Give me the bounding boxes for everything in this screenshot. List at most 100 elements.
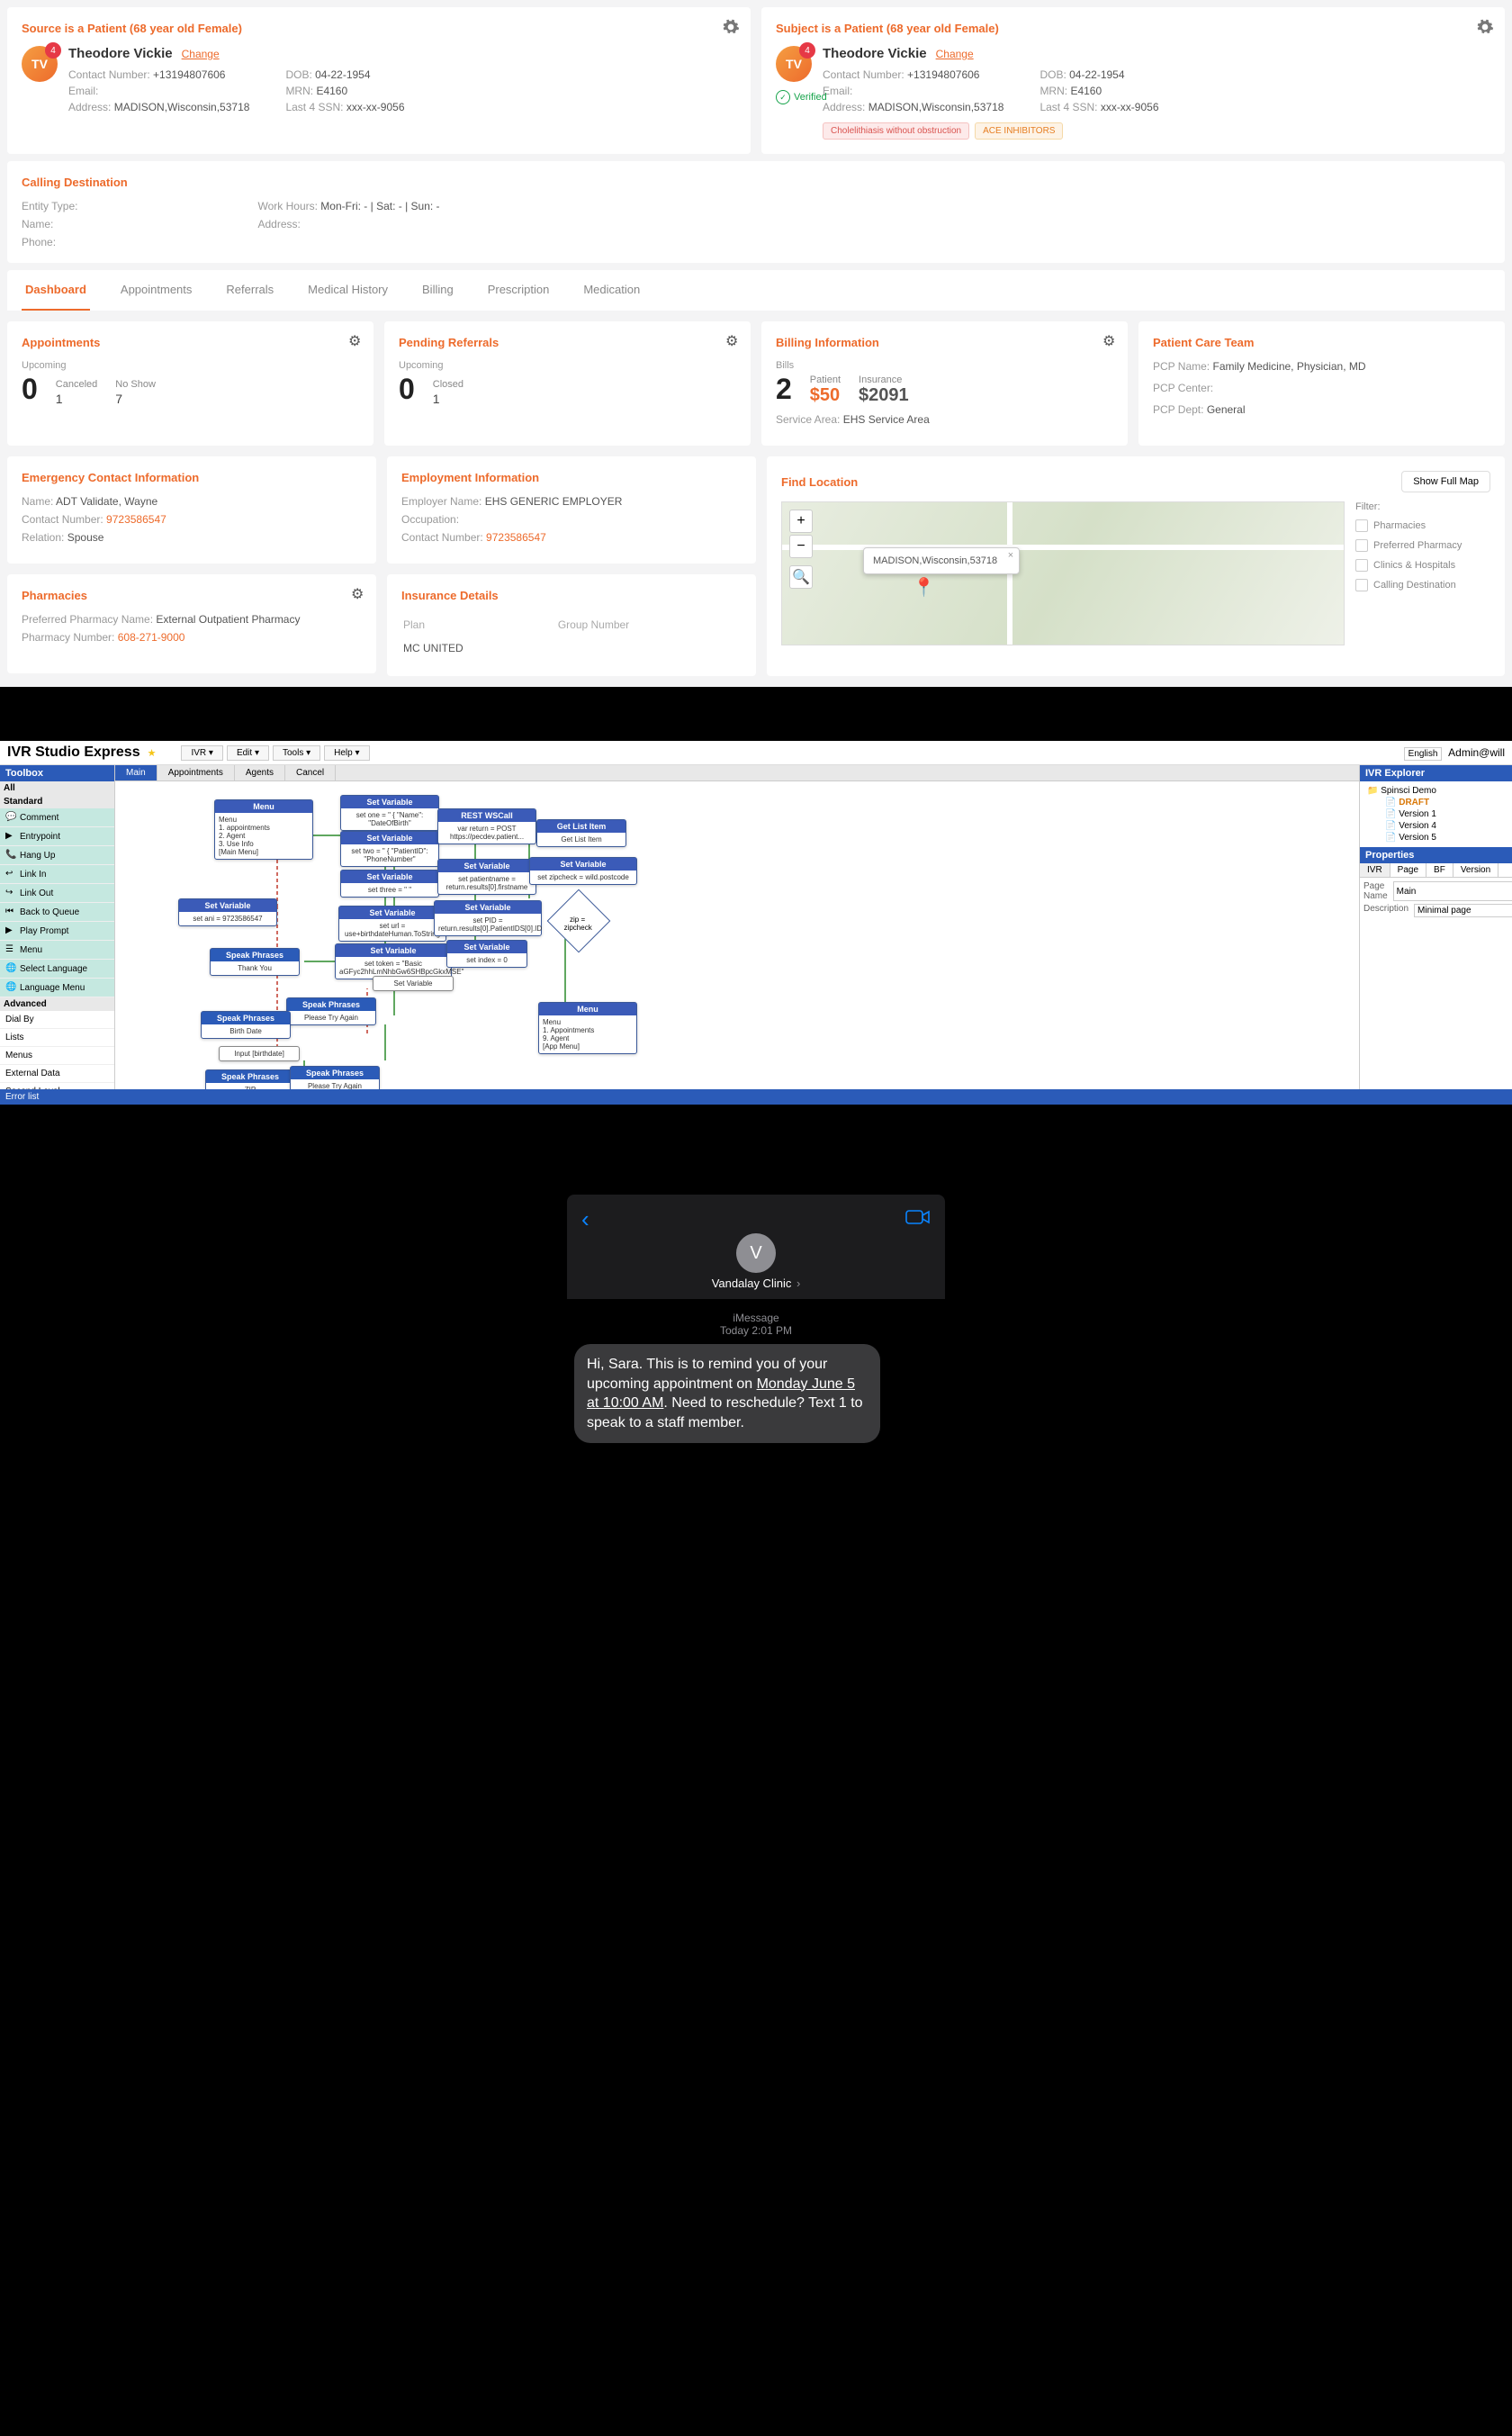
toolbox-item[interactable]: External Data xyxy=(0,1065,114,1083)
filter-checkbox[interactable] xyxy=(1355,579,1368,591)
flow-node-rest[interactable]: REST WSCallvar return = POST https://pec… xyxy=(437,808,536,844)
search-icon[interactable]: 🔍 xyxy=(789,565,813,589)
prop-tab-bf[interactable]: BF xyxy=(1426,863,1454,877)
contact-value[interactable]: +13194807606 xyxy=(153,68,225,81)
toolbox-item[interactable]: ▶Play Prompt xyxy=(0,922,114,941)
tab-agents[interactable]: Agents xyxy=(235,765,285,780)
tab-main[interactable]: Main xyxy=(115,765,158,780)
map-marker-icon[interactable]: 📍 xyxy=(913,576,935,599)
menu-ivr[interactable]: IVR ▾ xyxy=(181,745,222,761)
menu-help[interactable]: Help ▾ xyxy=(324,745,369,761)
change-link[interactable]: Change xyxy=(182,48,220,60)
tab-prescription[interactable]: Prescription xyxy=(484,270,554,311)
tab-medical-history[interactable]: Medical History xyxy=(304,270,392,311)
desc-input[interactable] xyxy=(1414,904,1512,917)
avatar[interactable]: TV 4 xyxy=(22,46,58,82)
change-link[interactable]: Change xyxy=(936,48,974,60)
show-full-map-button[interactable]: Show Full Map xyxy=(1401,471,1490,492)
flow-node-speak[interactable]: Speak PhrasesZIP xyxy=(205,1069,295,1089)
tab-cancel[interactable]: Cancel xyxy=(285,765,336,780)
contact-value[interactable]: 9723586547 xyxy=(106,513,166,526)
filter-checkbox[interactable] xyxy=(1355,519,1368,532)
toolbox-item[interactable]: 🌐Select Language xyxy=(0,960,114,979)
page-name-input[interactable] xyxy=(1393,881,1512,901)
contact-value[interactable]: 9723586547 xyxy=(486,531,546,544)
gear-icon[interactable] xyxy=(722,18,740,36)
map-canvas[interactable]: + − 🔍 × MADISON,Wisconsin,53718 📍 xyxy=(781,501,1345,645)
contact-value[interactable]: +13194807606 xyxy=(907,68,979,81)
cat-all[interactable]: All xyxy=(0,781,114,795)
flow-node-setvar[interactable]: Set Variableset url = use+birthdateHuman… xyxy=(338,906,446,942)
menu-tools[interactable]: Tools ▾ xyxy=(273,745,320,761)
diagnosis-tag[interactable]: Cholelithiasis without obstruction xyxy=(823,122,969,140)
error-list-bar[interactable]: Error list xyxy=(0,1089,1512,1105)
gear-icon[interactable]: ⚙ xyxy=(725,332,740,347)
gear-icon[interactable] xyxy=(1476,18,1494,36)
num-value[interactable]: 608-271-9000 xyxy=(118,631,185,644)
flow-node-setvar[interactable]: Set Variableset ani = 9723586547 xyxy=(178,898,277,926)
menu-edit[interactable]: Edit ▾ xyxy=(227,745,269,761)
prop-tab-version[interactable]: Version xyxy=(1454,863,1498,877)
flow-node-setvar[interactable]: Set Variableset PID = return.results[0].… xyxy=(434,900,542,936)
filter-checkbox[interactable] xyxy=(1355,539,1368,552)
toolbox-list[interactable]: All Standard 💬Comment ▶Entrypoint 📞Hang … xyxy=(0,781,114,1089)
flow-node-speak[interactable]: Speak PhrasesPlease Try Again xyxy=(290,1066,380,1089)
tab-dashboard[interactable]: Dashboard xyxy=(22,270,90,311)
gear-icon[interactable]: ⚙ xyxy=(1102,332,1117,347)
cat-standard[interactable]: Standard xyxy=(0,795,114,808)
cat-advanced[interactable]: Advanced xyxy=(0,997,114,1011)
back-button[interactable]: ‹ xyxy=(581,1205,590,1233)
prop-tab-ivr[interactable]: IVR xyxy=(1360,863,1390,877)
flow-node-setvar[interactable]: Set Variableset patientname = return.res… xyxy=(437,859,536,895)
zoom-out-button[interactable]: − xyxy=(789,535,813,558)
language-select[interactable]: English xyxy=(1404,747,1443,761)
video-call-icon[interactable] xyxy=(905,1208,931,1231)
toolbox-item[interactable]: 🌐Language Menu xyxy=(0,979,114,997)
toolbox-item[interactable]: 💬Comment xyxy=(0,808,114,827)
tab-appointments[interactable]: Appointments xyxy=(158,765,235,780)
tab-appointments[interactable]: Appointments xyxy=(117,270,196,311)
tab-referrals[interactable]: Referrals xyxy=(222,270,277,311)
toolbox-item[interactable]: Dial By xyxy=(0,1011,114,1029)
flow-node-setvar[interactable]: Set Variableset two = " { "PatientID": "… xyxy=(340,831,439,867)
flow-canvas[interactable]: MenuMenu 1. appointments 2. Agent 3. Use… xyxy=(115,781,1359,1089)
tab-medication[interactable]: Medication xyxy=(580,270,644,311)
flow-node-speak[interactable]: Speak PhrasesPlease Try Again xyxy=(286,997,376,1025)
toolbox-item[interactable]: ⏮Back to Queue xyxy=(0,903,114,922)
message-bubble[interactable]: Hi, Sara. This is to remind you of your … xyxy=(574,1344,880,1443)
flow-node-getlist[interactable]: Get List ItemGet List Item xyxy=(536,819,626,847)
toolbox-item[interactable]: ☰Menu xyxy=(0,941,114,960)
explorer-tree[interactable]: 📁 Spinsci Demo 📄 DRAFT 📄 Version 1 📄 Ver… xyxy=(1360,781,1512,847)
close-icon[interactable]: × xyxy=(1008,550,1013,561)
star-icon[interactable]: ★ xyxy=(148,747,157,759)
toolbox-item[interactable]: ▶Entrypoint xyxy=(0,827,114,846)
medication-tag[interactable]: ACE INHIBITORS xyxy=(975,122,1063,140)
gear-icon[interactable]: ⚙ xyxy=(348,332,363,347)
flow-node-btn[interactable]: Set Variable xyxy=(373,976,454,991)
contact-avatar[interactable]: V xyxy=(736,1233,776,1273)
flow-node-setvar[interactable]: Set Variableset zipcheck = wild.postcode xyxy=(529,857,637,885)
user-label[interactable]: Admin@will xyxy=(1448,746,1505,759)
gear-icon[interactable]: ⚙ xyxy=(351,585,365,600)
flow-node-input[interactable]: Input [birthdate] xyxy=(219,1046,300,1061)
filter-checkbox[interactable] xyxy=(1355,559,1368,572)
flow-node-setvar[interactable]: Set Variableset index = 0 xyxy=(446,940,527,968)
flow-node-speak[interactable]: Speak PhrasesThank You xyxy=(210,948,300,976)
tab-billing[interactable]: Billing xyxy=(418,270,457,311)
flow-node-setvar[interactable]: Set Variableset token = "Basic aGFyc2hhL… xyxy=(335,943,452,979)
toolbox-item[interactable]: Lists xyxy=(0,1029,114,1047)
flow-node-decision[interactable]: zip = zipcheck xyxy=(547,889,611,953)
flow-node-setvar[interactable]: Set Variableset one = " { "Name": "DateO… xyxy=(340,795,439,831)
toolbox-item[interactable]: Menus xyxy=(0,1047,114,1065)
prop-tab-page[interactable]: Page xyxy=(1390,863,1426,877)
contact-name[interactable]: Vandalay Clinic › xyxy=(581,1277,931,1290)
flow-node-setvar[interactable]: Set Variableset three = " " xyxy=(340,870,439,898)
toolbox-item[interactable]: Second Level xyxy=(0,1083,114,1089)
flow-node-menu[interactable]: MenuMenu 1. appointments 2. Agent 3. Use… xyxy=(214,799,313,860)
zoom-in-button[interactable]: + xyxy=(789,510,813,533)
flow-node-menu[interactable]: MenuMenu 1. Appointments 9. Agent [App M… xyxy=(538,1002,637,1054)
flow-node-speak[interactable]: Speak PhrasesBirth Date xyxy=(201,1011,291,1039)
avatar[interactable]: TV 4 xyxy=(776,46,812,82)
toolbox-item[interactable]: ↩Link In xyxy=(0,865,114,884)
toolbox-item[interactable]: 📞Hang Up xyxy=(0,846,114,865)
